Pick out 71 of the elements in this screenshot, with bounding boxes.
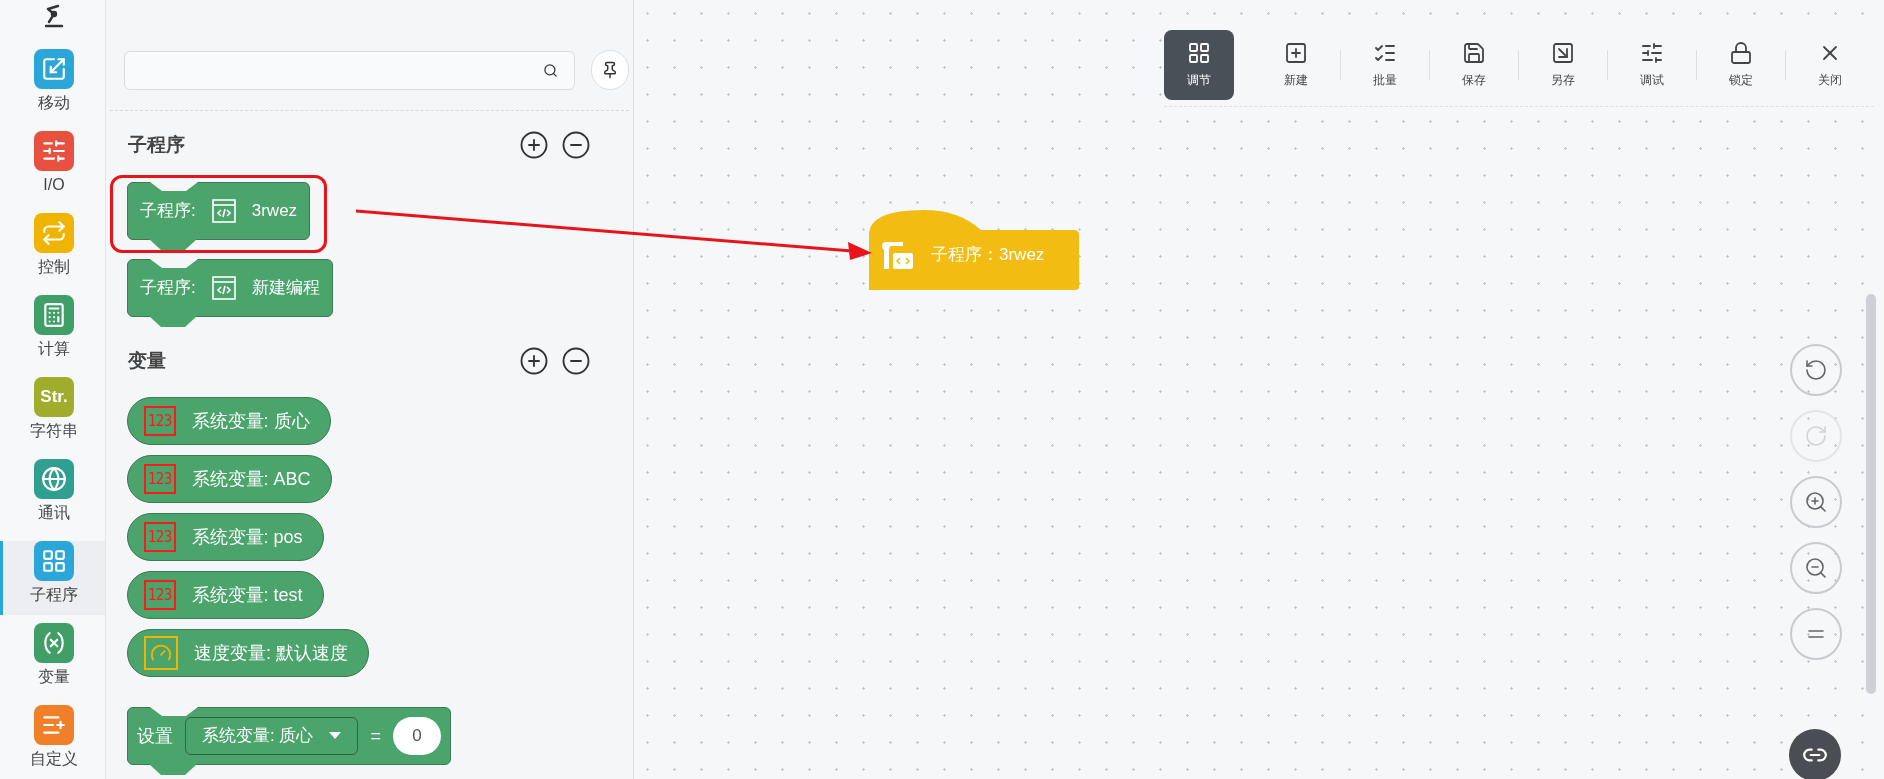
variable-label: 系统变量: pos: [191, 525, 303, 549]
variable-label: 速度变量: 默认速度: [194, 641, 349, 665]
section-title: 子程序: [128, 132, 186, 157]
undo-icon: [1804, 358, 1828, 382]
toolbar-button[interactable]: 保存: [1430, 30, 1518, 100]
category-tab[interactable]: 变量: [0, 623, 105, 697]
section-title: 变量: [128, 348, 167, 373]
reset-zoom-button[interactable]: [1790, 608, 1842, 660]
search-field[interactable]: [124, 50, 575, 90]
toolbar-button[interactable]: 锁定: [1697, 30, 1785, 100]
redo-icon: [1804, 424, 1828, 448]
number-badge: 123: [144, 580, 176, 610]
operator: =: [370, 724, 381, 748]
variable-label: 系统变量: ABC: [191, 467, 311, 491]
toolbar-button[interactable]: 关闭: [1786, 30, 1874, 100]
calculator-icon: [41, 302, 67, 328]
number-badge: 123: [144, 464, 176, 494]
toolbar-button[interactable]: 批量: [1341, 30, 1429, 100]
toolbar-button[interactable]: 调节: [1164, 30, 1234, 100]
gauge-icon: [144, 636, 178, 670]
block-label: 子程序:: [140, 277, 196, 300]
add-icon[interactable]: [519, 346, 549, 376]
category-tab[interactable]: Str. 字符串: [0, 377, 105, 451]
number-badge: 123: [144, 406, 176, 436]
scrollbar[interactable]: [1866, 294, 1876, 694]
robot-code-icon: [881, 240, 915, 270]
variable-icon: [41, 630, 67, 656]
block-name: 新建编程: [251, 277, 320, 300]
variable-label: 系统变量: 质心: [191, 409, 310, 433]
toolbar-button[interactable]: 另存: [1519, 30, 1607, 100]
block-label: 子程序：3rwez: [931, 244, 1045, 267]
grid-icon: [1187, 41, 1211, 65]
category-tab[interactable]: 控制: [0, 213, 105, 287]
repeat-icon: [41, 220, 67, 246]
zoom-in-icon: [1804, 490, 1828, 514]
toolbar-button[interactable]: 调试: [1608, 30, 1696, 100]
category-icon: Str.: [34, 377, 74, 417]
scaling-icon: [41, 56, 67, 82]
caret-icon: [329, 732, 342, 740]
category-tab[interactable]: 通讯: [0, 459, 105, 533]
category-tab[interactable]: 自定义: [0, 705, 105, 779]
variable-label: 系统变量: test: [191, 583, 303, 607]
save-icon: [1462, 41, 1486, 65]
search-icon: [542, 62, 558, 78]
block-label: 子程序:: [140, 200, 196, 223]
block-label: 设置: [137, 724, 173, 748]
code-window-icon: [211, 199, 236, 223]
plus-square-icon: [1284, 41, 1308, 65]
number-badge: 123: [144, 522, 176, 552]
pin-button[interactable]: [590, 50, 629, 90]
category-tab[interactable]: 移动: [0, 49, 105, 123]
sliders-icon: [41, 138, 67, 164]
block-name: 3rwez: [251, 200, 298, 223]
globe-icon: [41, 466, 67, 492]
value-field[interactable]: 0: [392, 717, 441, 755]
grid-icon: [41, 548, 67, 574]
category-tab[interactable]: I/O: [0, 131, 105, 205]
undo-button[interactable]: [1790, 344, 1842, 396]
zoom-out-icon: [1804, 556, 1828, 580]
remove-icon[interactable]: [561, 130, 591, 160]
sliders-icon: [1640, 41, 1664, 65]
category-tab[interactable]: 计算: [0, 295, 105, 369]
link-button[interactable]: [1789, 729, 1841, 779]
zoom-out-button[interactable]: [1790, 542, 1842, 594]
lock-icon: [1729, 41, 1753, 65]
add-icon[interactable]: [519, 130, 549, 160]
category-tab[interactable]: 子程序: [0, 541, 105, 615]
remove-icon[interactable]: [561, 346, 591, 376]
zoom-in-button[interactable]: [1790, 476, 1842, 528]
toolbar-button[interactable]: 新建: [1252, 30, 1340, 100]
code-window-icon: [211, 276, 236, 300]
